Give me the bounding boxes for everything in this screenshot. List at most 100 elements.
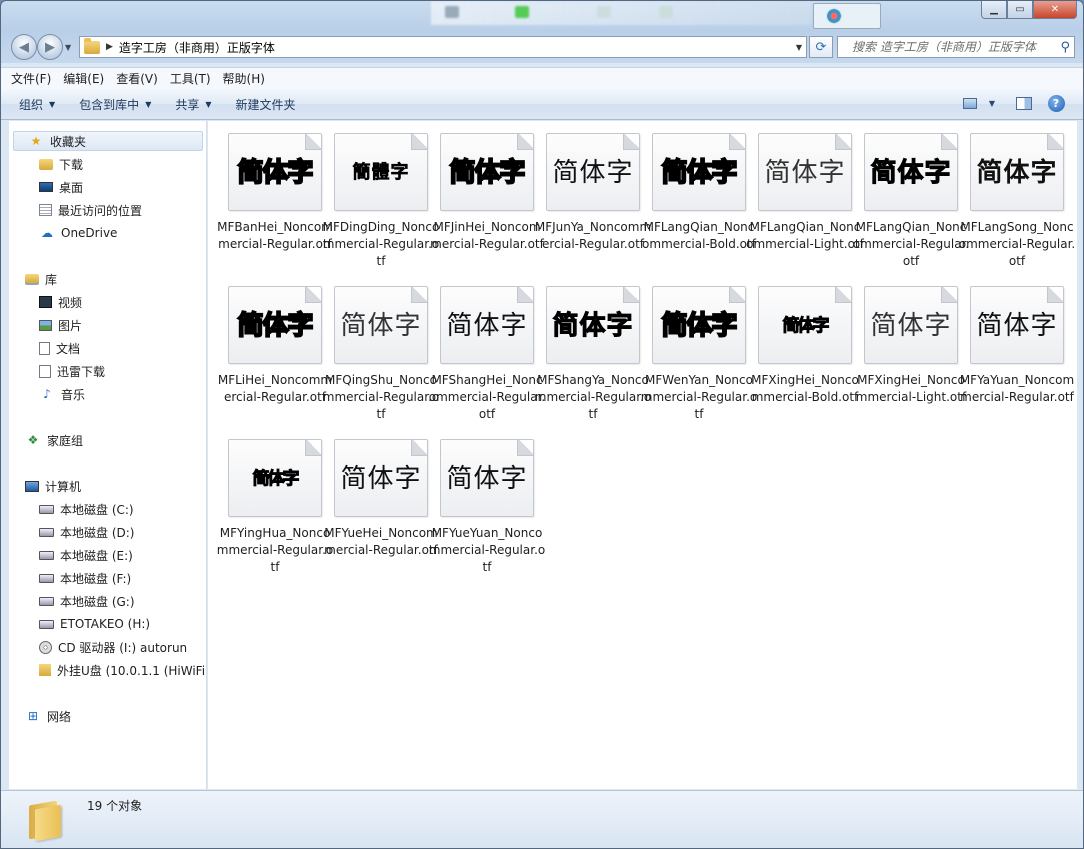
nav-desktop-label: 桌面 — [59, 180, 84, 195]
blurred-app-icon — [445, 6, 459, 18]
chevron-down-icon: ▼ — [145, 99, 152, 109]
nav-network[interactable]: ⊞ 网络 — [9, 706, 71, 726]
font-file-thumbnail: 简体字 — [440, 133, 534, 211]
file-item[interactable]: 簡體字 MFDingDing_Noncommercial-Regular.otf — [322, 121, 439, 271]
picture-icon — [39, 319, 52, 331]
new-folder-label: 新建文件夹 — [235, 97, 296, 112]
search-input[interactable] — [852, 40, 1062, 54]
preview-pane-button[interactable] — [1015, 94, 1033, 112]
nav-drive-g[interactable]: 本地磁盘 (G:) — [9, 591, 135, 611]
close-button[interactable]: ✕ — [1033, 1, 1077, 19]
recent-places-icon — [39, 204, 52, 216]
nav-network-usb[interactable]: 外挂U盘 (10.0.1.1 (HiWiFi — [9, 660, 205, 680]
nav-onedrive[interactable]: ☁ OneDrive — [9, 223, 117, 243]
computer-icon — [25, 480, 39, 492]
nav-drive-i[interactable]: CD 驱动器 (I:) autorun — [9, 637, 187, 657]
maximize-button[interactable]: ▭ — [1007, 1, 1033, 19]
address-bar[interactable]: ▶ 造字工房（非商用）正版字体 ▼ — [79, 36, 807, 58]
nav-thunder-label: 迅雷下载 — [57, 364, 106, 379]
nav-downloads[interactable]: 下载 — [9, 154, 83, 174]
file-item[interactable]: 简体字 MFLangSong_Noncommercial-Regular.otf — [958, 121, 1075, 271]
cloud-icon: ☁ — [41, 226, 53, 240]
file-item[interactable]: 简体字 MFJunYa_Noncommercial-Regular.otf — [534, 121, 651, 271]
file-item[interactable]: 简体字 MFYueYuan_Noncommercial-Regular.otf — [428, 427, 545, 577]
file-item[interactable]: 简体字 MFYueHei_Noncommercial-Regular.otf — [322, 427, 438, 577]
share-button[interactable]: 共享 ▼ — [175, 96, 211, 113]
font-preview-glyph: 简体字 — [782, 316, 830, 337]
help-icon: ? — [1047, 94, 1065, 112]
file-name: MFYueHei_Noncommercial-Regular.otf — [324, 526, 438, 557]
file-item[interactable]: 简体字 MFLangQian_Noncommercial-Regular.otf — [852, 121, 969, 271]
help-button[interactable]: ? — [1047, 94, 1065, 112]
chevron-down-icon: ▼ — [49, 99, 56, 109]
nav-favorites[interactable]: ★ 收藏夹 — [13, 131, 203, 151]
file-item[interactable]: 简体字 MFLiHei_Noncommercial-Regular.otf — [216, 274, 332, 424]
organize-button[interactable]: 组织 ▼ — [19, 96, 55, 113]
refresh-button[interactable]: ⟳ — [809, 36, 833, 58]
file-item[interactable]: 简体字 MFYingHua_Noncommercial-Regular.otf — [216, 427, 333, 577]
menu-view[interactable]: 查看(V) — [116, 70, 158, 87]
include-in-library-button[interactable]: 包含到库中 ▼ — [79, 96, 151, 113]
change-view-button[interactable] — [961, 94, 979, 112]
file-item[interactable]: 简体字 MFJinHei_Noncommercial-Regular.otf — [428, 121, 544, 271]
file-item[interactable]: 简体字 MFXingHei_Noncommercial-Bold.otf — [746, 274, 859, 424]
breadcrumb-current-folder[interactable]: 造字工房（非商用）正版字体 — [119, 39, 275, 56]
menu-help[interactable]: 帮助(H) — [223, 70, 265, 87]
nav-desktop[interactable]: 桌面 — [9, 177, 83, 197]
font-preview-glyph: 简体字 — [236, 157, 314, 189]
minimize-button[interactable]: ▁ — [981, 1, 1007, 19]
nav-drive-d[interactable]: 本地磁盘 (D:) — [9, 522, 134, 542]
nav-homegroup[interactable]: ❖ 家庭组 — [9, 430, 83, 450]
file-item[interactable]: 简体字 MFShangYa_Noncommercial-Regular.otf — [534, 274, 651, 424]
file-name: MFYingHua_Noncommercial-Regular.otf — [216, 526, 334, 574]
nav-recent-places[interactable]: 最近访问的位置 — [9, 200, 142, 220]
forward-button[interactable]: ▶ — [37, 34, 63, 60]
explorer-window: ▁ ▭ ✕ ◀ ▶ ▼ ▶ 造字工房（非商用）正版字体 ▼ ⟳ ⚲ 文件(F) … — [0, 0, 1084, 849]
nav-drive-h[interactable]: ETOTAKEO (H:) — [9, 614, 150, 634]
document-icon — [39, 341, 50, 355]
background-window-glimpse — [813, 3, 881, 29]
network-icon: ⊞ — [27, 709, 39, 723]
file-item[interactable]: 简体字 MFLangQian_Noncommercial-Bold.otf — [640, 121, 756, 271]
file-item[interactable]: 简体字 MFQingShu_Noncommercial-Regular.otf — [322, 274, 439, 424]
menu-tools[interactable]: 工具(T) — [170, 70, 211, 87]
font-preview-glyph: 简体字 — [870, 158, 952, 189]
star-icon: ★ — [30, 134, 42, 148]
font-file-thumbnail: 简体字 — [546, 286, 640, 364]
item-count: 19 个对象 — [87, 799, 143, 813]
address-dropdown-icon[interactable]: ▼ — [796, 43, 802, 52]
font-preview-glyph: 简体字 — [976, 158, 1058, 188]
nav-drive-e[interactable]: 本地磁盘 (E:) — [9, 545, 133, 565]
back-button[interactable]: ◀ — [11, 34, 37, 60]
nav-computer[interactable]: 计算机 — [9, 476, 81, 496]
breadcrumb-chevron-icon[interactable]: ▶ — [106, 42, 113, 52]
nav-videos[interactable]: 视频 — [9, 292, 82, 312]
nav-drive-f[interactable]: 本地磁盘 (F:) — [9, 568, 131, 588]
nav-music[interactable]: ♪ 音乐 — [9, 384, 85, 404]
nav-thunder-downloads[interactable]: 迅雷下载 — [9, 361, 105, 381]
nav-drive-c[interactable]: 本地磁盘 (C:) — [9, 499, 134, 519]
cd-drive-icon — [39, 640, 52, 654]
font-file-thumbnail: 简体字 — [440, 286, 534, 364]
new-folder-button[interactable]: 新建文件夹 — [236, 96, 296, 113]
file-item[interactable]: 简体字 MFYaYuan_Noncommercial-Regular.otf — [958, 274, 1074, 424]
menu-edit[interactable]: 编辑(E) — [63, 70, 104, 87]
nav-libraries[interactable]: 库 — [9, 269, 57, 289]
font-file-thumbnail: 简体字 — [228, 439, 322, 517]
nav-drive-i-label: CD 驱动器 (I:) autorun — [58, 640, 188, 655]
recent-pages-dropdown[interactable]: ▼ — [65, 43, 71, 52]
blurred-app-icon — [597, 6, 611, 18]
file-item[interactable]: 简体字 MFShangHei_Noncommercial-Regular.otf — [428, 274, 545, 424]
file-item[interactable]: 简体字 MFLangQian_Noncommercial-Light.otf — [746, 121, 864, 271]
file-item[interactable]: 简体字 MFWenYan_Noncommercial-Regular.otf — [640, 274, 757, 424]
menu-file[interactable]: 文件(F) — [11, 70, 51, 87]
search-box: ⚲ — [837, 36, 1075, 58]
nav-documents[interactable]: 文档 — [9, 338, 80, 358]
font-file-thumbnail: 简体字 — [864, 133, 958, 211]
search-icon[interactable]: ⚲ — [1060, 40, 1070, 55]
font-preview-glyph: 简体字 — [236, 310, 314, 342]
nav-pictures[interactable]: 图片 — [9, 315, 82, 335]
file-item[interactable]: 简体字 MFBanHei_Noncommercial-Regular.otf — [216, 121, 333, 271]
view-options-dropdown[interactable]: ▼ — [983, 94, 1001, 112]
file-item[interactable]: 简体字 MFXingHei_Noncommercial-Light.otf — [852, 274, 966, 424]
